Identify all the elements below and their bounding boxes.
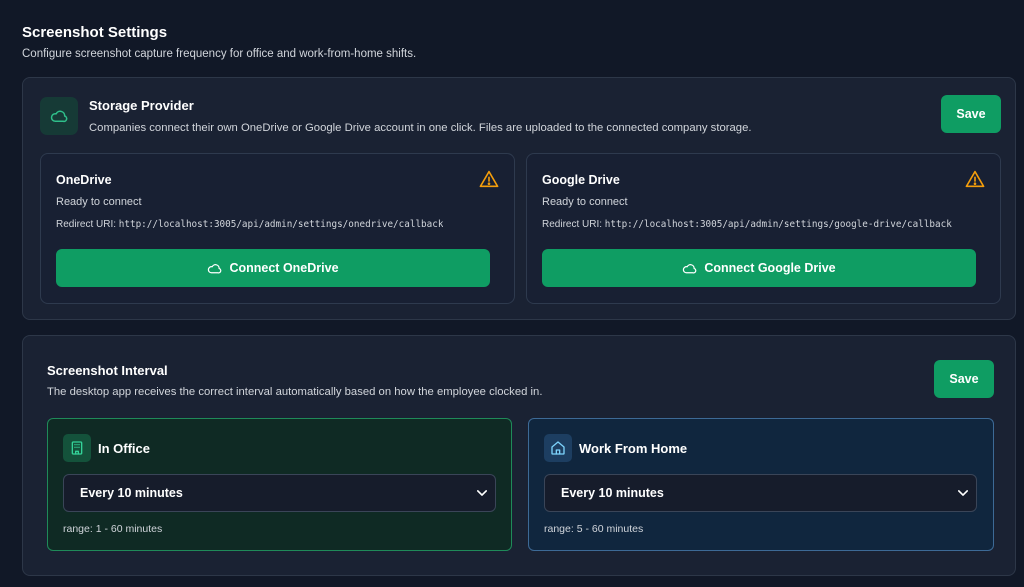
- work-from-home-interval-select[interactable]: Every 10 minutes: [544, 474, 977, 512]
- cloud-icon: [683, 263, 697, 273]
- connect-onedrive-label: Connect OneDrive: [229, 261, 339, 275]
- building-icon: [63, 434, 91, 462]
- redirect-uri-value: http://localhost:3005/api/admin/settings…: [604, 219, 952, 230]
- storage-provider-panel: Storage Provider Companies connect their…: [22, 77, 1016, 320]
- work-from-home-selected-value: Every 10 minutes: [561, 486, 664, 500]
- in-office-interval-select[interactable]: Every 10 minutes: [63, 474, 496, 512]
- connect-google-drive-label: Connect Google Drive: [704, 261, 836, 275]
- redirect-uri-label: Redirect URI:: [542, 219, 603, 230]
- onedrive-title: OneDrive: [56, 173, 112, 187]
- in-office-range: range: 1 - 60 minutes: [63, 523, 163, 535]
- screenshot-interval-panel: Screenshot Interval The desktop app rece…: [22, 335, 1016, 576]
- cloud-icon: [208, 263, 222, 273]
- redirect-uri-value: http://localhost:3005/api/admin/settings…: [118, 219, 444, 230]
- connect-onedrive-button[interactable]: Connect OneDrive: [56, 249, 490, 287]
- storage-provider-title: Storage Provider: [89, 98, 194, 113]
- connect-google-drive-button[interactable]: Connect Google Drive: [542, 249, 976, 287]
- storage-provider-description: Companies connect their own OneDrive or …: [89, 122, 752, 134]
- onedrive-status: Ready to connect: [56, 196, 142, 208]
- redirect-uri-label: Redirect URI:: [56, 219, 117, 230]
- google-drive-status: Ready to connect: [542, 196, 628, 208]
- in-office-selected-value: Every 10 minutes: [80, 486, 183, 500]
- page-title: Screenshot Settings: [22, 24, 168, 41]
- in-office-card: In Office Every 10 minutes range: 1 - 60…: [47, 418, 512, 551]
- work-from-home-card: Work From Home Every 10 minutes range: 5…: [528, 418, 994, 551]
- chevron-down-icon: [958, 490, 968, 496]
- google-drive-redirect-uri: Redirect URI: http://localhost:3005/api/…: [542, 219, 952, 230]
- interval-save-button[interactable]: Save: [934, 360, 994, 398]
- work-from-home-range: range: 5 - 60 minutes: [544, 523, 644, 535]
- google-drive-title: Google Drive: [542, 173, 620, 187]
- chevron-down-icon: [477, 490, 487, 496]
- onedrive-card: OneDrive Ready to connect Redirect URI: …: [40, 153, 515, 304]
- google-drive-card: Google Drive Ready to connect Redirect U…: [526, 153, 1001, 304]
- home-icon: [544, 434, 572, 462]
- onedrive-redirect-uri: Redirect URI: http://localhost:3005/api/…: [56, 219, 443, 230]
- in-office-title: In Office: [98, 441, 151, 456]
- cloud-icon: [40, 97, 78, 135]
- screenshot-interval-description: The desktop app receives the correct int…: [47, 386, 543, 398]
- screenshot-interval-title: Screenshot Interval: [47, 363, 168, 378]
- storage-save-button[interactable]: Save: [941, 95, 1001, 133]
- warning-icon: [965, 170, 985, 188]
- work-from-home-title: Work From Home: [579, 441, 688, 456]
- warning-icon: [479, 170, 499, 188]
- page-subtitle: Configure screenshot capture frequency f…: [22, 48, 417, 60]
- screenshot-settings-page: Screenshot Settings Configure screenshot…: [0, 0, 1024, 587]
